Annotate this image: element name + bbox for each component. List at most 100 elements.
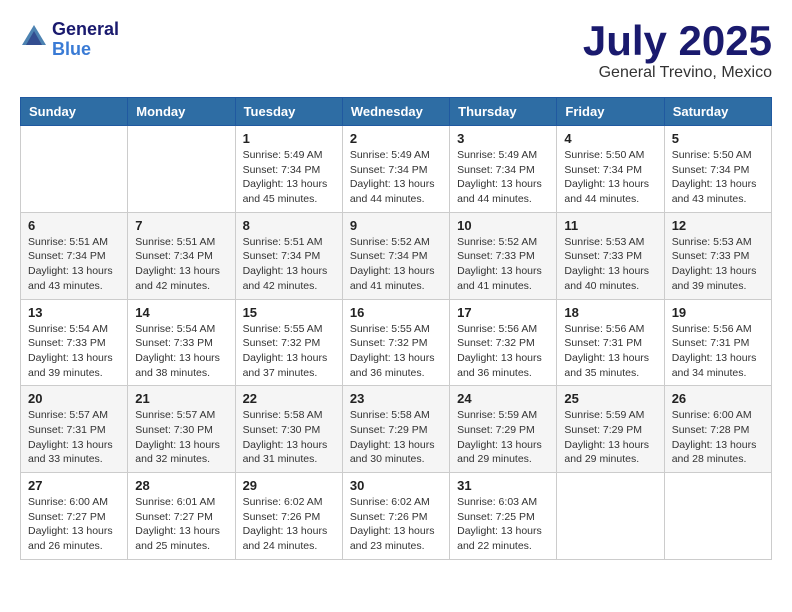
day-number: 14: [135, 305, 227, 320]
logo-blue: Blue: [52, 40, 119, 60]
daylight: Daylight: 13 hours and 36 minutes.: [350, 352, 435, 379]
sunset: Sunset: 7:34 PM: [28, 250, 106, 262]
sunset: Sunset: 7:30 PM: [135, 424, 213, 436]
daylight: Daylight: 13 hours and 24 minutes.: [243, 525, 328, 552]
col-sunday: Sunday: [21, 98, 128, 126]
day-number: 18: [564, 305, 656, 320]
calendar-cell: [128, 126, 235, 213]
day-info: Sunrise: 5:53 AM Sunset: 7:33 PM Dayligh…: [564, 235, 656, 294]
day-number: 31: [457, 478, 549, 493]
calendar-cell: 23 Sunrise: 5:58 AM Sunset: 7:29 PM Dayl…: [342, 386, 449, 473]
sunset: Sunset: 7:33 PM: [457, 250, 535, 262]
daylight: Daylight: 13 hours and 25 minutes.: [135, 525, 220, 552]
sunrise: Sunrise: 5:56 AM: [457, 323, 537, 335]
day-info: Sunrise: 6:03 AM Sunset: 7:25 PM Dayligh…: [457, 495, 549, 554]
daylight: Daylight: 13 hours and 29 minutes.: [457, 439, 542, 466]
sunset: Sunset: 7:27 PM: [135, 511, 213, 523]
calendar-cell: 14 Sunrise: 5:54 AM Sunset: 7:33 PM Dayl…: [128, 299, 235, 386]
day-info: Sunrise: 5:56 AM Sunset: 7:31 PM Dayligh…: [672, 322, 764, 381]
sunrise: Sunrise: 6:02 AM: [350, 496, 430, 508]
day-number: 1: [243, 131, 335, 146]
day-info: Sunrise: 6:02 AM Sunset: 7:26 PM Dayligh…: [243, 495, 335, 554]
calendar-header-row: Sunday Monday Tuesday Wednesday Thursday…: [21, 98, 772, 126]
calendar-cell: 9 Sunrise: 5:52 AM Sunset: 7:34 PM Dayli…: [342, 212, 449, 299]
daylight: Daylight: 13 hours and 44 minutes.: [350, 178, 435, 205]
sunrise: Sunrise: 5:51 AM: [243, 236, 323, 248]
daylight: Daylight: 13 hours and 38 minutes.: [135, 352, 220, 379]
day-number: 17: [457, 305, 549, 320]
daylight: Daylight: 13 hours and 42 minutes.: [135, 265, 220, 292]
sunrise: Sunrise: 5:57 AM: [28, 409, 108, 421]
day-number: 26: [672, 391, 764, 406]
day-info: Sunrise: 6:00 AM Sunset: 7:28 PM Dayligh…: [672, 408, 764, 467]
sunset: Sunset: 7:34 PM: [243, 250, 321, 262]
sunset: Sunset: 7:25 PM: [457, 511, 535, 523]
day-info: Sunrise: 5:52 AM Sunset: 7:33 PM Dayligh…: [457, 235, 549, 294]
sunrise: Sunrise: 5:53 AM: [564, 236, 644, 248]
calendar-cell: [664, 473, 771, 560]
day-info: Sunrise: 5:51 AM Sunset: 7:34 PM Dayligh…: [135, 235, 227, 294]
sunrise: Sunrise: 6:03 AM: [457, 496, 537, 508]
col-saturday: Saturday: [664, 98, 771, 126]
calendar-table: Sunday Monday Tuesday Wednesday Thursday…: [20, 97, 772, 560]
calendar-cell: 26 Sunrise: 6:00 AM Sunset: 7:28 PM Dayl…: [664, 386, 771, 473]
day-info: Sunrise: 5:55 AM Sunset: 7:32 PM Dayligh…: [350, 322, 442, 381]
day-info: Sunrise: 5:59 AM Sunset: 7:29 PM Dayligh…: [457, 408, 549, 467]
sunrise: Sunrise: 5:50 AM: [564, 149, 644, 161]
calendar-cell: 27 Sunrise: 6:00 AM Sunset: 7:27 PM Dayl…: [21, 473, 128, 560]
sunrise: Sunrise: 5:56 AM: [564, 323, 644, 335]
sunset: Sunset: 7:34 PM: [135, 250, 213, 262]
day-number: 3: [457, 131, 549, 146]
sunrise: Sunrise: 5:49 AM: [457, 149, 537, 161]
day-number: 13: [28, 305, 120, 320]
sunrise: Sunrise: 6:01 AM: [135, 496, 215, 508]
sunset: Sunset: 7:31 PM: [28, 424, 106, 436]
calendar-week-2: 6 Sunrise: 5:51 AM Sunset: 7:34 PM Dayli…: [21, 212, 772, 299]
daylight: Daylight: 13 hours and 41 minutes.: [457, 265, 542, 292]
sunrise: Sunrise: 5:59 AM: [564, 409, 644, 421]
sunset: Sunset: 7:34 PM: [350, 250, 428, 262]
sunrise: Sunrise: 5:49 AM: [243, 149, 323, 161]
day-info: Sunrise: 5:52 AM Sunset: 7:34 PM Dayligh…: [350, 235, 442, 294]
calendar-cell: [21, 126, 128, 213]
daylight: Daylight: 13 hours and 44 minutes.: [457, 178, 542, 205]
calendar-cell: 8 Sunrise: 5:51 AM Sunset: 7:34 PM Dayli…: [235, 212, 342, 299]
calendar-cell: 22 Sunrise: 5:58 AM Sunset: 7:30 PM Dayl…: [235, 386, 342, 473]
daylight: Daylight: 13 hours and 26 minutes.: [28, 525, 113, 552]
sunset: Sunset: 7:27 PM: [28, 511, 106, 523]
sunrise: Sunrise: 5:51 AM: [135, 236, 215, 248]
sunset: Sunset: 7:32 PM: [243, 337, 321, 349]
calendar-cell: 13 Sunrise: 5:54 AM Sunset: 7:33 PM Dayl…: [21, 299, 128, 386]
sunset: Sunset: 7:34 PM: [457, 164, 535, 176]
calendar-cell: 25 Sunrise: 5:59 AM Sunset: 7:29 PM Dayl…: [557, 386, 664, 473]
calendar-cell: 30 Sunrise: 6:02 AM Sunset: 7:26 PM Dayl…: [342, 473, 449, 560]
calendar-cell: 4 Sunrise: 5:50 AM Sunset: 7:34 PM Dayli…: [557, 126, 664, 213]
sunrise: Sunrise: 5:50 AM: [672, 149, 752, 161]
day-info: Sunrise: 5:57 AM Sunset: 7:30 PM Dayligh…: [135, 408, 227, 467]
page-header: General Blue July 2025 General Trevino, …: [20, 20, 772, 82]
daylight: Daylight: 13 hours and 37 minutes.: [243, 352, 328, 379]
daylight: Daylight: 13 hours and 39 minutes.: [28, 352, 113, 379]
sunset: Sunset: 7:34 PM: [672, 164, 750, 176]
daylight: Daylight: 13 hours and 33 minutes.: [28, 439, 113, 466]
calendar-cell: 1 Sunrise: 5:49 AM Sunset: 7:34 PM Dayli…: [235, 126, 342, 213]
day-info: Sunrise: 5:53 AM Sunset: 7:33 PM Dayligh…: [672, 235, 764, 294]
sunrise: Sunrise: 5:53 AM: [672, 236, 752, 248]
title-block: July 2025 General Trevino, Mexico: [583, 20, 772, 82]
calendar-cell: 18 Sunrise: 5:56 AM Sunset: 7:31 PM Dayl…: [557, 299, 664, 386]
sunrise: Sunrise: 6:00 AM: [672, 409, 752, 421]
sunrise: Sunrise: 5:58 AM: [243, 409, 323, 421]
daylight: Daylight: 13 hours and 42 minutes.: [243, 265, 328, 292]
calendar-cell: 16 Sunrise: 5:55 AM Sunset: 7:32 PM Dayl…: [342, 299, 449, 386]
logo-general: General: [52, 20, 119, 40]
calendar-week-5: 27 Sunrise: 6:00 AM Sunset: 7:27 PM Dayl…: [21, 473, 772, 560]
calendar-cell: 6 Sunrise: 5:51 AM Sunset: 7:34 PM Dayli…: [21, 212, 128, 299]
calendar-cell: [557, 473, 664, 560]
day-number: 19: [672, 305, 764, 320]
col-friday: Friday: [557, 98, 664, 126]
col-thursday: Thursday: [450, 98, 557, 126]
logo: General Blue: [20, 20, 119, 60]
sunrise: Sunrise: 5:54 AM: [28, 323, 108, 335]
sunrise: Sunrise: 5:55 AM: [350, 323, 430, 335]
sunset: Sunset: 7:32 PM: [350, 337, 428, 349]
